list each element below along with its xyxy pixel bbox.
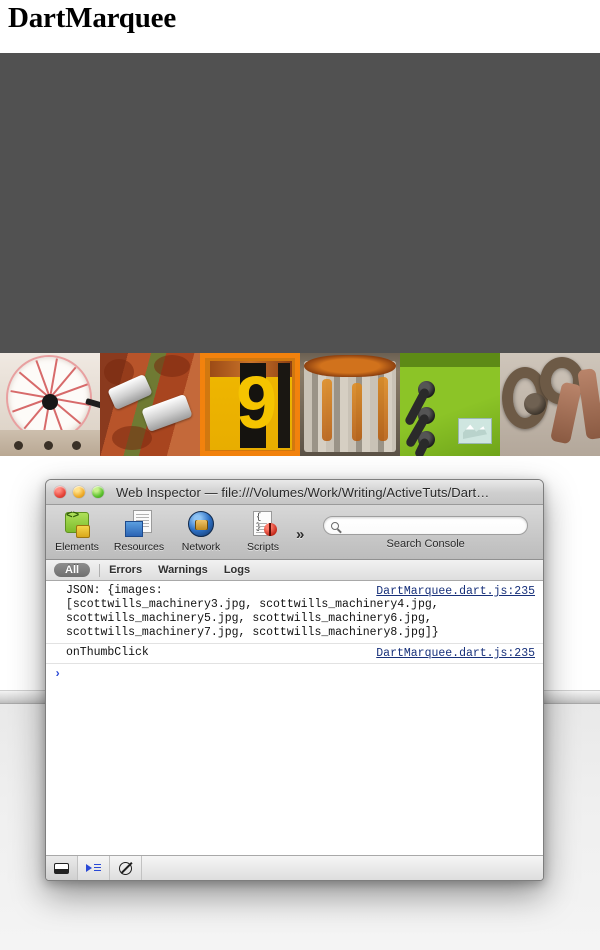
elements-icon bbox=[62, 509, 92, 539]
filter-all[interactable]: All bbox=[54, 563, 91, 577]
search-caption: Search Console bbox=[386, 538, 465, 550]
network-icon bbox=[186, 509, 216, 539]
toolbar-label: Scripts bbox=[246, 541, 280, 553]
filter-logs[interactable]: Logs bbox=[224, 564, 250, 576]
close-button[interactable] bbox=[54, 486, 66, 498]
scripts-icon bbox=[248, 509, 278, 539]
window-title: Web Inspector — file:///Volumes/Work/Wri… bbox=[116, 484, 490, 500]
filter-divider bbox=[99, 563, 101, 577]
console-prompt[interactable]: › bbox=[46, 664, 543, 684]
console-filter-bar: All Errors Warnings Logs bbox=[46, 560, 543, 581]
console-statusbar bbox=[46, 855, 543, 880]
thumbnail-strip: 9 bbox=[0, 353, 600, 456]
filter-toggle-button[interactable] bbox=[78, 856, 110, 880]
toolbar-label: Elements bbox=[55, 541, 99, 553]
window-titlebar[interactable]: Web Inspector — file:///Volumes/Work/Wri… bbox=[46, 480, 543, 505]
console-message[interactable]: onThumbClick DartMarquee.dart.js:235 bbox=[46, 644, 543, 664]
marquee-stage bbox=[0, 53, 600, 353]
toolbar-item-scripts[interactable]: Scripts bbox=[232, 509, 294, 553]
zoom-button[interactable] bbox=[92, 486, 104, 498]
pipe-clamp bbox=[141, 393, 193, 433]
sign-plate: 9 bbox=[210, 361, 292, 450]
inspector-toolbar: Elements Resources Network Scripts » bbox=[46, 505, 543, 560]
console-source-link[interactable]: DartMarquee.dart.js:235 bbox=[376, 647, 535, 660]
page-title: DartMarquee bbox=[8, 2, 176, 34]
thumbnail-item[interactable] bbox=[300, 353, 400, 456]
console-source-link[interactable]: DartMarquee.dart.js:235 bbox=[376, 585, 535, 598]
thumbnail-item[interactable] bbox=[100, 353, 200, 456]
screen: DartMarquee 9 Web Inspector — file:///Vo… bbox=[0, 0, 600, 950]
toolbar-label: Resources bbox=[113, 541, 165, 553]
search-area: Search Console bbox=[308, 509, 543, 550]
resources-icon bbox=[124, 509, 154, 539]
warning-label bbox=[458, 418, 492, 444]
web-inspector-window: Web Inspector — file:///Volumes/Work/Wri… bbox=[45, 479, 544, 881]
cylinder-rust-top bbox=[304, 355, 396, 377]
minimize-button[interactable] bbox=[73, 486, 85, 498]
thumbnail-item[interactable] bbox=[500, 353, 600, 456]
thumbnail-item-selected[interactable]: 9 bbox=[200, 353, 300, 456]
filter-errors[interactable]: Errors bbox=[109, 564, 142, 576]
dock-console-icon bbox=[54, 862, 69, 874]
statusbar-filler bbox=[142, 856, 543, 880]
sign-number: 9 bbox=[236, 361, 277, 444]
search-input[interactable] bbox=[323, 516, 529, 535]
console-message[interactable]: JSON: {images: [scottwills_machinery3.jp… bbox=[46, 582, 543, 644]
dock-toggle-button[interactable] bbox=[46, 856, 78, 880]
clear-console-button[interactable] bbox=[110, 856, 142, 880]
toolbar-item-elements[interactable]: Elements bbox=[46, 509, 108, 553]
window-controls bbox=[46, 486, 104, 498]
filter-warnings[interactable]: Warnings bbox=[158, 564, 208, 576]
toolbar-item-network[interactable]: Network bbox=[170, 509, 232, 553]
clear-console-icon bbox=[119, 861, 132, 875]
filter-icon bbox=[86, 863, 101, 874]
toolbar-label: Network bbox=[181, 541, 221, 553]
toolbar-item-resources[interactable]: Resources bbox=[108, 509, 170, 553]
search-icon bbox=[331, 521, 340, 530]
toolbar-overflow-icon[interactable]: » bbox=[296, 526, 304, 543]
console-output[interactable]: JSON: {images: [scottwills_machinery3.jp… bbox=[46, 582, 543, 854]
thumbnail-item[interactable] bbox=[400, 353, 500, 456]
thumbnail-item[interactable] bbox=[0, 353, 100, 456]
